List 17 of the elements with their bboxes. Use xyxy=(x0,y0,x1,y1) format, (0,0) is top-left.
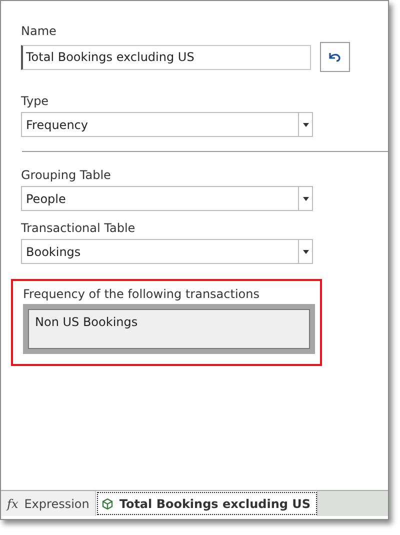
type-dropdown[interactable]: Frequency xyxy=(21,112,313,137)
table-dropdown[interactable]: Bookings xyxy=(21,239,313,264)
undo-button[interactable] xyxy=(320,42,350,72)
table-dropdown[interactable]: People xyxy=(21,186,313,211)
cube-icon xyxy=(102,498,114,510)
field-label: Type xyxy=(21,94,50,108)
dropdown-arrow-icon xyxy=(302,196,308,200)
dropdown-arrow-icon xyxy=(302,122,308,126)
undo-icon xyxy=(328,51,342,63)
name-input[interactable]: Total Bookings excluding US xyxy=(21,44,311,70)
field-label: Grouping Table xyxy=(21,168,112,182)
dropdown-arrow-icon xyxy=(302,250,308,254)
formula-icon: fx xyxy=(7,496,18,510)
tab[interactable]: Total Bookings excluding US xyxy=(96,491,318,516)
field-label: Transactional Table xyxy=(21,221,136,235)
field-label: Name xyxy=(21,24,58,38)
section-label: Frequency of the following transactions xyxy=(23,287,260,301)
